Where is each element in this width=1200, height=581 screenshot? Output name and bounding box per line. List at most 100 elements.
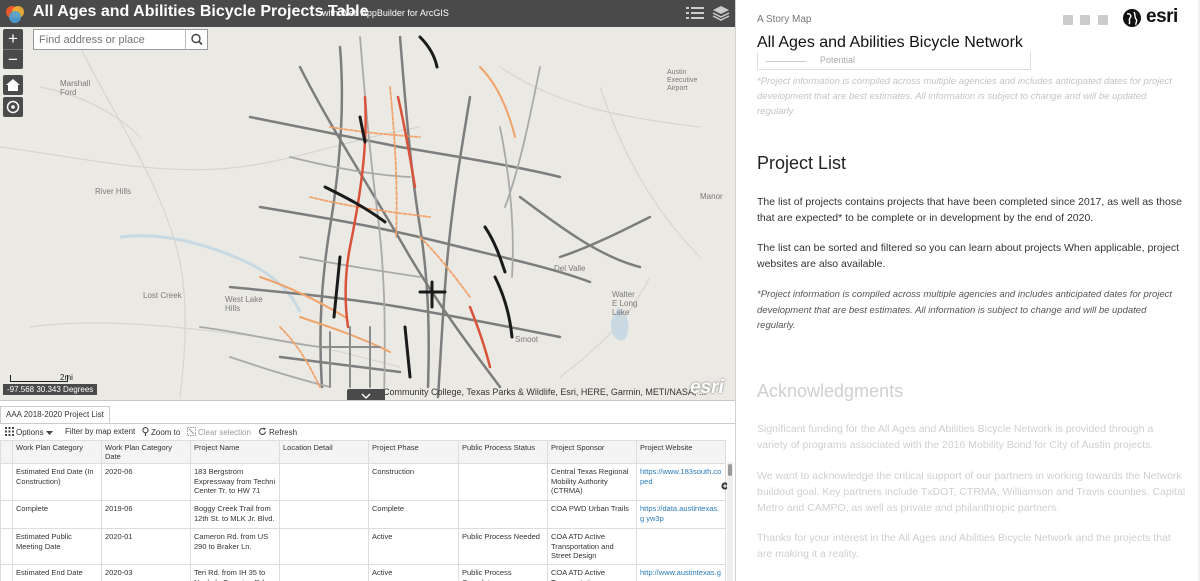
clear-selection-button[interactable]: Clear selection <box>187 427 251 437</box>
chevron-down-icon <box>361 393 371 400</box>
place-label: Del Valle <box>554 264 586 273</box>
zoom-out-button[interactable]: − <box>3 49 23 69</box>
web-app: All Ages and Abilities Bicycle Projects … <box>0 0 735 581</box>
place-label: River Hills <box>95 187 131 196</box>
row-selector[interactable] <box>0 500 13 529</box>
attribute-panel-toggle[interactable] <box>347 389 385 400</box>
cell-phase: Active <box>368 528 459 565</box>
globe-icon <box>1123 9 1141 27</box>
options-menu[interactable]: Options <box>5 427 55 437</box>
refresh-button[interactable]: Refresh <box>258 427 297 437</box>
cell-date: 2020-06 <box>101 463 191 501</box>
share-icons <box>1063 12 1111 30</box>
table-row[interactable]: Estimated End Date 2020-03 Teri Rd. from… <box>0 564 726 581</box>
row-selector[interactable] <box>0 528 13 565</box>
layer-list-icon[interactable] <box>686 5 704 21</box>
cell-website-link[interactable]: http://www.austintexas.go <box>636 564 726 581</box>
search-icon <box>191 33 203 46</box>
column-header[interactable]: Project Phase <box>368 440 459 464</box>
coordinate-readout: -97.568 30.343 Degrees <box>3 384 98 395</box>
cell-status: Public Process Complete <box>458 564 548 581</box>
clear-selection-label: Clear selection <box>198 428 251 437</box>
section-heading: Project List <box>757 153 847 173</box>
cell-location <box>279 500 369 529</box>
column-header[interactable]: Location Detail <box>279 440 369 464</box>
tab-project-list[interactable]: AAA 2018-2020 Project List <box>0 406 110 423</box>
table-scrollbar-thumb[interactable] <box>728 464 732 476</box>
column-header[interactable]: Project Sponsor <box>547 440 637 464</box>
column-header-label: Project Website <box>640 443 693 452</box>
cell-category: Estimated End Date <box>12 564 102 581</box>
cell-date: 2020-03 <box>101 564 191 581</box>
legend-label: Potential <box>820 55 856 65</box>
zoom-to-button[interactable]: Zoom to <box>142 427 180 437</box>
legend-swatch <box>766 61 806 62</box>
table-scrollbar[interactable] <box>727 462 733 581</box>
zoom-in-button[interactable]: + <box>3 29 23 49</box>
app-subtitle: with Web AppBuilder for ArcGIS <box>322 8 449 18</box>
map-attribution: Community College, Texas Parks & Wildlif… <box>383 387 707 397</box>
cell-name: Boggy Creek Trail from 12th St. to MLK J… <box>190 500 280 529</box>
app-logo-icon <box>6 6 24 23</box>
ack-paragraph: Thanks for your interest in the All Ages… <box>757 532 1171 560</box>
cell-website-link[interactable]: https://www.183south.co ped <box>636 463 726 501</box>
place-label: Austin Executive Airport <box>667 69 698 92</box>
table-row[interactable]: Estimated End Date (In Construction) 202… <box>0 463 726 501</box>
app-title: All Ages and Abilities Bicycle Projects … <box>33 3 369 20</box>
home-button[interactable] <box>3 75 23 95</box>
esri-brand[interactable]: esri <box>1122 6 1182 28</box>
cell-sponsor: Central Texas Regional Mobility Authorit… <box>547 463 637 501</box>
layers-icon[interactable] <box>712 4 730 22</box>
cell-status <box>458 463 548 501</box>
cell-status <box>458 500 548 529</box>
body-paragraph: The list can be sorted and filtered so y… <box>757 242 1179 270</box>
cell-website-link[interactable] <box>636 528 726 565</box>
app-header: All Ages and Abilities Bicycle Projects … <box>0 0 735 27</box>
filter-by-extent-toggle[interactable]: Filter by map extent <box>65 427 135 436</box>
cell-phase: Complete <box>368 500 459 529</box>
table-row[interactable]: Complete 2019-06 Boggy Creek Trail from … <box>0 500 726 529</box>
story-kicker: A Story Map <box>757 14 812 25</box>
zoom-to-label: Zoom to <box>151 428 181 437</box>
link-icon[interactable] <box>1097 15 1108 25</box>
column-header[interactable]: Project Name <box>190 440 280 464</box>
row-selector[interactable] <box>0 564 13 581</box>
esri-map-logo: esri <box>690 377 724 398</box>
cell-name: 183 Bergstrom Expressway from Techni Cen… <box>190 463 280 501</box>
home-icon <box>6 79 20 91</box>
column-header[interactable]: Work Plan Category Date <box>101 440 191 464</box>
project-table: Work Plan Category Work Plan Category Da… <box>0 440 729 581</box>
map-canvas[interactable] <box>0 27 735 400</box>
ack-paragraph: Significant funding for the All Ages and… <box>757 423 1154 451</box>
cell-status: Public Process Needed <box>458 528 548 565</box>
map-view[interactable]: + − Find address or place Marshall Ford … <box>0 27 735 400</box>
cell-phase: Construction <box>368 463 459 501</box>
cell-category: Estimated End Date (In Construction) <box>12 463 102 501</box>
column-header[interactable]: Public Process Status <box>458 440 548 464</box>
cell-sponsor: COA ATD Active Transportation and Street… <box>547 528 637 565</box>
disclaimer-note: *Project information is compiled across … <box>757 289 1173 331</box>
cell-location <box>279 564 369 581</box>
cell-date: 2020-01 <box>101 528 191 565</box>
filter-label: Filter by map extent <box>65 427 136 436</box>
cell-date: 2019-06 <box>101 500 191 529</box>
cell-name: Teri Rd. from IH 35 to Nuckols Crossing … <box>190 564 280 581</box>
caret-down-icon <box>45 431 53 435</box>
column-header[interactable]: Work Plan Category <box>12 440 102 464</box>
esri-wordmark: esri <box>1146 6 1178 27</box>
table-row[interactable]: Estimated Public Meeting Date 2020-01 Ca… <box>0 528 726 565</box>
place-label: Lost Creek <box>143 291 182 300</box>
search-input[interactable] <box>34 30 186 49</box>
legend-snippet: Potential <box>757 52 1031 70</box>
refresh-label: Refresh <box>269 428 298 437</box>
locate-button[interactable] <box>3 97 23 117</box>
row-selector[interactable] <box>0 463 13 501</box>
column-header[interactable]: Project Website <box>636 440 729 490</box>
facebook-icon[interactable] <box>1063 15 1073 25</box>
cell-website-link[interactable]: https://data.austintexas.g yw3p <box>636 500 726 529</box>
scale-label: 2mi <box>60 373 73 382</box>
search-button[interactable] <box>185 30 207 49</box>
twitter-icon[interactable] <box>1080 15 1091 25</box>
cell-location <box>279 463 369 501</box>
cell-sponsor: COA PWD Urban Trails <box>547 500 637 529</box>
